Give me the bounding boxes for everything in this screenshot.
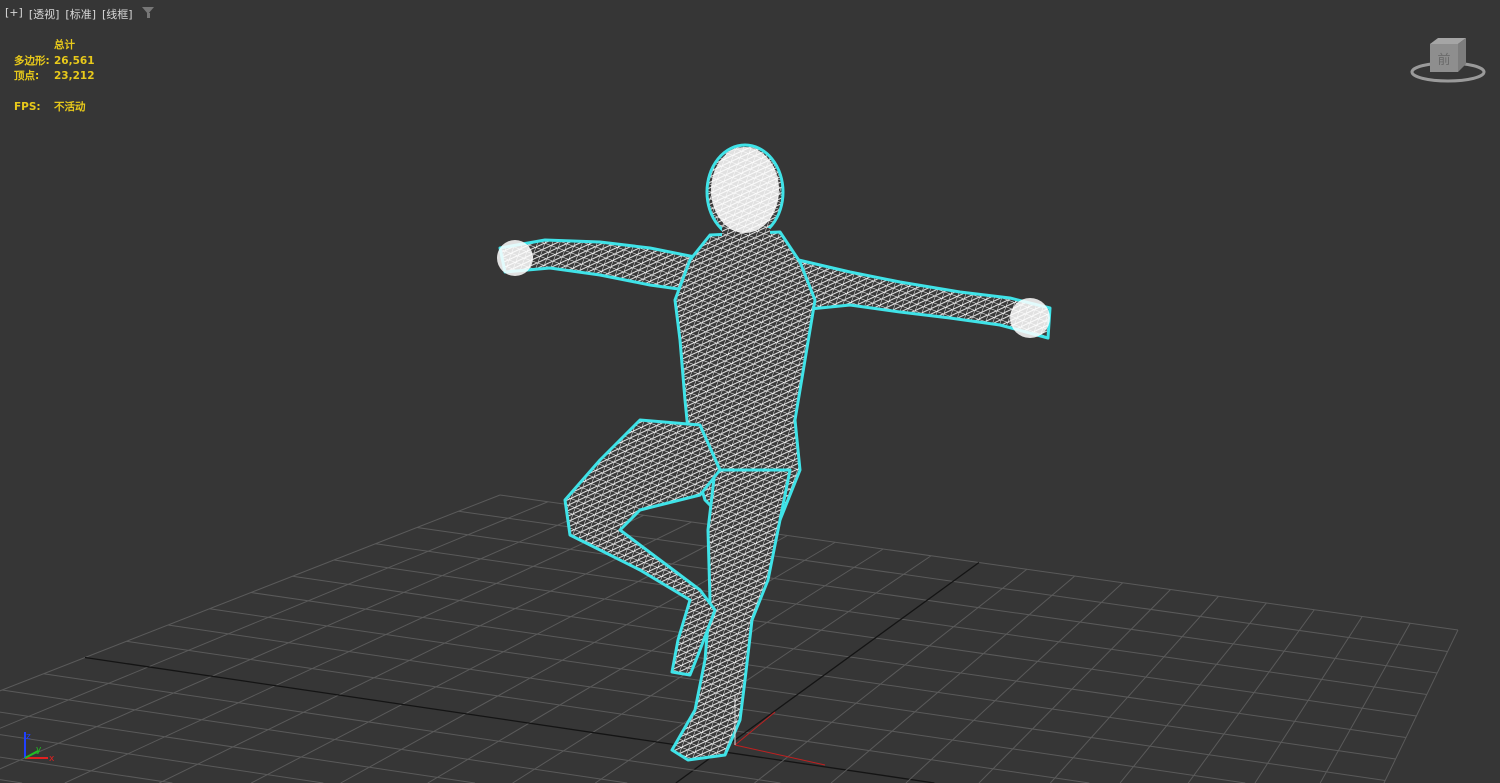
viewport-menu-plus[interactable]: [+] xyxy=(5,6,23,22)
viewcube-face-label: 前 xyxy=(1437,52,1450,68)
axis-x-label: x xyxy=(49,754,55,764)
fps-row: FPS: 不活动 xyxy=(14,100,95,116)
grid-line xyxy=(0,508,597,770)
viewport-menu-perspective[interactable]: [透视] xyxy=(29,6,60,22)
grid-line xyxy=(126,640,1090,783)
vertices-value: 23,212 xyxy=(54,70,95,82)
perspective-viewport[interactable]: [+] [透视] [标准] [线框] 总计 多边形: 26,561 顶点: 23,2… xyxy=(0,0,1500,783)
fps-value: 不活动 xyxy=(54,101,86,113)
grid-line xyxy=(1254,616,1363,783)
viewport-menu-standard[interactable]: [标准] xyxy=(65,6,96,22)
grid-line xyxy=(754,568,1028,783)
left-hand[interactable] xyxy=(497,240,533,276)
right-arm[interactable] xyxy=(788,256,1052,340)
grid-line xyxy=(43,673,781,783)
grid-line xyxy=(427,541,836,783)
head-dense-wire[interactable] xyxy=(711,147,779,233)
grid-line xyxy=(0,501,549,729)
stats-header-row: 总计 xyxy=(14,38,95,54)
grid-line xyxy=(978,589,1171,783)
scene-canvas[interactable] xyxy=(0,0,1500,783)
vertices-row: 顶点: 23,212 xyxy=(14,69,95,85)
viewcube[interactable]: 前 xyxy=(1408,36,1488,84)
viewport-label-menu: [+] [透视] [标准] [线框] xyxy=(5,6,133,22)
stats-spacer xyxy=(14,38,54,54)
viewport-menu-wireframe[interactable]: [线框] xyxy=(102,6,133,22)
statistics-overlay: 总计 多边形: 26,561 顶点: 23,212 FPS: 不活动 xyxy=(14,38,95,116)
grid-line xyxy=(0,494,501,692)
grid-line xyxy=(1119,602,1267,783)
grid-line xyxy=(1383,629,1459,783)
right-hand[interactable] xyxy=(1010,298,1050,338)
grid-axis-line xyxy=(84,656,935,783)
polygons-value: 26,561 xyxy=(54,54,95,67)
left-leg[interactable] xyxy=(563,418,722,677)
axis-z-label: z xyxy=(26,732,31,742)
grid-line xyxy=(1187,609,1315,783)
fps-label: FPS: xyxy=(14,101,41,113)
grid-line xyxy=(1319,623,1411,783)
stats-blank-row xyxy=(14,85,95,101)
grid-line xyxy=(830,575,1076,783)
polygons-label: 多边形: xyxy=(14,54,50,67)
filter-icon[interactable] xyxy=(142,7,154,18)
polygons-row: 多边形: 26,561 xyxy=(14,54,95,70)
vertices-label: 顶点: xyxy=(14,70,40,82)
axis-y-label: y xyxy=(36,745,42,755)
stats-header: 总计 xyxy=(54,39,75,51)
axis-triad-icon: z y x xyxy=(24,732,55,764)
grid-line xyxy=(159,521,692,783)
